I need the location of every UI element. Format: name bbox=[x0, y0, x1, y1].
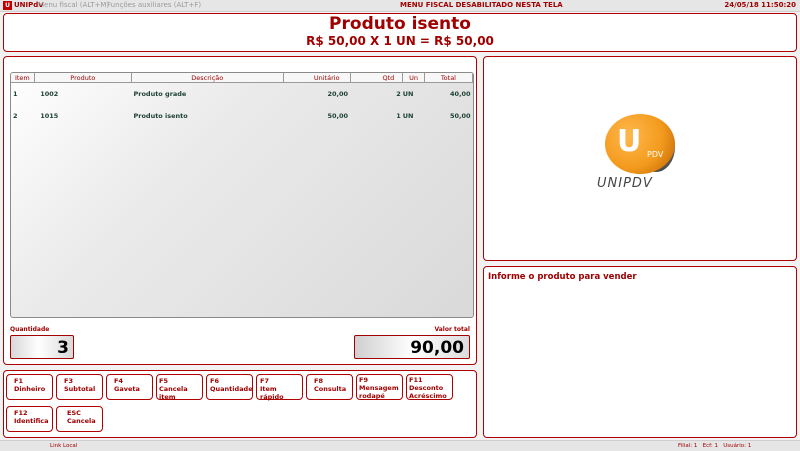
cell-qtd: 2 bbox=[396, 90, 401, 98]
key-label: Consulta bbox=[314, 385, 347, 393]
cell-descricao: Produto grade bbox=[133, 90, 187, 98]
key-code: F3 bbox=[64, 377, 73, 385]
f7-item-rapido-button[interactable]: F7 Item rápido bbox=[256, 374, 303, 401]
cell-unitario: 20,00 bbox=[327, 90, 349, 98]
f5-cancela-item-button[interactable]: F5 Cancela item bbox=[156, 374, 203, 401]
key-code: F4 bbox=[114, 377, 123, 385]
col-header-total[interactable]: Total bbox=[424, 73, 473, 83]
key-code: F11 bbox=[409, 376, 423, 384]
cell-produto: 1002 bbox=[40, 90, 59, 98]
total-display: 90,00 bbox=[354, 335, 470, 359]
key-label: Cancela item bbox=[159, 385, 188, 401]
cell-un: UN bbox=[402, 112, 414, 120]
cell-produto: 1015 bbox=[40, 112, 59, 120]
items-table-header: Item Produto Descrição Unitário Qtd Un T… bbox=[11, 73, 473, 83]
key-code: F12 bbox=[14, 409, 28, 417]
key-label: Cancela bbox=[67, 417, 96, 425]
table-row[interactable]: 1 1002 Produto grade 20,00 2 UN 40,00 bbox=[11, 83, 473, 106]
datetime-clock: 24/05/18 11:50:20 bbox=[724, 1, 796, 9]
key-label: Item rápido bbox=[260, 385, 284, 401]
key-label: Quantidade bbox=[210, 385, 253, 393]
quantity-label: Quantidade bbox=[10, 326, 50, 333]
key-label: Mensagem rodapé bbox=[359, 384, 399, 400]
menu-fiscal[interactable]: Menu fiscal (ALT+M) bbox=[38, 0, 109, 11]
status-ecf: Ecf: 1 bbox=[702, 443, 718, 449]
cell-un: UN bbox=[402, 90, 414, 98]
cell-qtd: 1 bbox=[396, 112, 401, 120]
f4-gaveta-button[interactable]: F4 Gaveta bbox=[106, 374, 153, 400]
logo-wordmark: UNIPDV bbox=[597, 176, 653, 191]
cell-unitario: 50,00 bbox=[327, 112, 349, 120]
app-logo-icon: U bbox=[3, 1, 12, 10]
key-code: F9 bbox=[359, 376, 368, 384]
title-bar: U UNIPdV Menu fiscal (ALT+M) Funções aux… bbox=[0, 0, 800, 12]
message-panel: Informe o produto para vender bbox=[483, 266, 797, 438]
key-code: F6 bbox=[210, 377, 219, 385]
f9-mensagem-rodape-button[interactable]: F9 Mensagem rodapé bbox=[356, 374, 403, 400]
f1-dinheiro-button[interactable]: F1 Dinheiro bbox=[6, 374, 53, 400]
col-header-item[interactable]: Item bbox=[11, 73, 35, 83]
status-usuario: Usuário: 1 bbox=[723, 443, 752, 449]
logo-letter: U bbox=[617, 124, 642, 159]
cell-total: 50,00 bbox=[449, 112, 471, 120]
function-keys-panel: F1 Dinheiro F3 Subtotal F4 Gaveta F5 Can… bbox=[3, 370, 477, 438]
logo-subtext: PDV bbox=[647, 150, 664, 159]
col-header-qtd[interactable]: Qtd bbox=[350, 73, 404, 83]
status-bar: Link Local Filial: 1 Ecf: 1 Usuário: 1 bbox=[0, 440, 800, 451]
status-filial: Filial: 1 bbox=[678, 443, 698, 449]
key-code: ESC bbox=[67, 409, 81, 417]
key-label: Dinheiro bbox=[14, 385, 46, 393]
key-label: Desconto Acréscimo bbox=[409, 384, 447, 400]
cell-descricao: Produto isento bbox=[133, 112, 188, 120]
menu-disabled-notice: MENU FISCAL DESABILITADO NESTA TELA bbox=[400, 1, 563, 9]
current-product-header: Produto isento R$ 50,00 X 1 UN = R$ 50,0… bbox=[3, 13, 797, 52]
quantity-display: 3 bbox=[10, 335, 74, 359]
key-label: Subtotal bbox=[64, 385, 96, 393]
key-code: F5 bbox=[159, 377, 168, 385]
cell-total: 40,00 bbox=[449, 90, 471, 98]
items-table: Item Produto Descrição Unitário Qtd Un T… bbox=[11, 73, 473, 127]
table-row[interactable]: 2 1015 Produto isento 50,00 1 UN 50,00 bbox=[11, 105, 473, 127]
items-grid[interactable]: Item Produto Descrição Unitário Qtd Un T… bbox=[10, 72, 474, 318]
esc-cancela-button[interactable]: ESC Cancela bbox=[56, 406, 103, 432]
cell-item: 2 bbox=[13, 112, 18, 120]
current-product-title: Produto isento bbox=[329, 14, 471, 34]
col-header-unitario[interactable]: Unitário bbox=[283, 73, 351, 83]
f12-identifica-button[interactable]: F12 Identifica bbox=[6, 406, 53, 432]
unipdv-logo: U PDV UNIPDV bbox=[597, 114, 675, 204]
col-header-un[interactable]: Un bbox=[402, 73, 425, 83]
current-product-calculation: R$ 50,00 X 1 UN = R$ 50,00 bbox=[306, 34, 494, 48]
col-header-produto[interactable]: Produto bbox=[34, 73, 132, 83]
total-label: Valor total bbox=[434, 326, 470, 333]
key-code: F1 bbox=[14, 377, 23, 385]
sale-items-panel: Item Produto Descrição Unitário Qtd Un T… bbox=[3, 56, 477, 365]
info-message: Informe o produto para vender bbox=[488, 272, 637, 282]
key-label: Identifica bbox=[14, 417, 49, 425]
key-code: F7 bbox=[260, 377, 269, 385]
col-header-descricao[interactable]: Descrição bbox=[131, 73, 284, 83]
f11-desconto-acrescimo-button[interactable]: F11 Desconto Acréscimo bbox=[406, 374, 453, 400]
key-label: Gaveta bbox=[114, 385, 140, 393]
logo-panel: U PDV UNIPDV bbox=[483, 56, 797, 261]
f3-subtotal-button[interactable]: F3 Subtotal bbox=[56, 374, 103, 400]
cell-item: 1 bbox=[13, 90, 18, 98]
menu-auxiliary-functions[interactable]: Funções auxiliares (ALT+F) bbox=[107, 0, 201, 11]
f8-consulta-button[interactable]: F8 Consulta bbox=[306, 374, 353, 400]
f6-quantidade-button[interactable]: F6 Quantidade bbox=[206, 374, 253, 400]
key-code: F8 bbox=[314, 377, 323, 385]
